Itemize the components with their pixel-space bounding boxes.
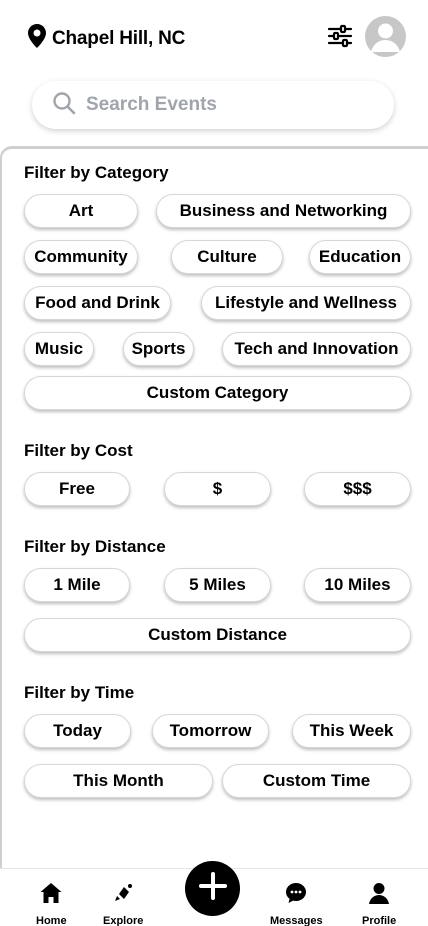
distance-filter-title: Filter by Distance (24, 537, 166, 556)
app-header: Chapel Hill, NC (0, 0, 428, 72)
search-input[interactable] (86, 94, 366, 116)
cost-filter-title: Filter by Cost (24, 441, 133, 460)
chip-business-and-networking[interactable]: Business and Networking (156, 194, 411, 228)
chip-culture[interactable]: Culture (171, 240, 283, 274)
user-avatar-icon[interactable] (365, 16, 406, 57)
chip-community[interactable]: Community (24, 240, 138, 274)
tab-home-label: Home (36, 915, 67, 926)
chip-time-this-month[interactable]: This Month (24, 764, 213, 798)
search-icon (52, 91, 76, 120)
chip-distance-1-mile[interactable]: 1 Mile (24, 568, 130, 602)
search-bar[interactable] (32, 81, 394, 129)
sliders-icon[interactable] (326, 22, 354, 50)
chip-custom-distance[interactable]: Custom Distance (24, 618, 411, 652)
tab-explore[interactable]: Explore (103, 881, 143, 926)
chip-time-this-week[interactable]: This Week (292, 714, 411, 748)
chip-custom-time[interactable]: Custom Time (222, 764, 411, 798)
messages-icon (284, 881, 308, 910)
chip-food-and-drink[interactable]: Food and Drink (24, 286, 171, 320)
create-event-button[interactable] (185, 861, 240, 916)
chip-distance-10-miles[interactable]: 10 Miles (304, 568, 411, 602)
profile-icon (367, 881, 391, 910)
tab-messages[interactable]: Messages (270, 881, 323, 926)
tab-home[interactable]: Home (36, 881, 67, 926)
tab-profile[interactable]: Profile (362, 881, 396, 926)
chip-cost-low[interactable]: $ (164, 472, 271, 506)
chip-custom-category[interactable]: Custom Category (24, 376, 411, 410)
chip-art[interactable]: Art (24, 194, 138, 228)
chip-education[interactable]: Education (309, 240, 411, 274)
category-filter-title: Filter by Category (24, 163, 169, 182)
chip-lifestyle-and-wellness[interactable]: Lifestyle and Wellness (201, 286, 411, 320)
chip-cost-high[interactable]: $$$ (304, 472, 411, 506)
location-selector[interactable]: Chapel Hill, NC (28, 24, 185, 53)
location-label: Chapel Hill, NC (52, 27, 186, 49)
chip-time-tomorrow[interactable]: Tomorrow (152, 714, 269, 748)
explore-icon (111, 881, 135, 910)
tab-explore-label: Explore (103, 915, 144, 926)
tab-profile-label: Profile (362, 915, 397, 926)
chip-sports[interactable]: Sports (123, 332, 194, 366)
tab-messages-label: Messages (270, 915, 323, 926)
chip-music[interactable]: Music (24, 332, 94, 366)
map-pin-icon (28, 24, 46, 53)
chip-tech-and-innovation[interactable]: Tech and Innovation (222, 332, 411, 366)
time-filter-title: Filter by Time (24, 683, 135, 702)
home-icon (39, 881, 63, 910)
plus-icon (198, 871, 228, 906)
chip-time-today[interactable]: Today (24, 714, 131, 748)
chip-distance-5-miles[interactable]: 5 Miles (164, 568, 271, 602)
chip-cost-free[interactable]: Free (24, 472, 130, 506)
